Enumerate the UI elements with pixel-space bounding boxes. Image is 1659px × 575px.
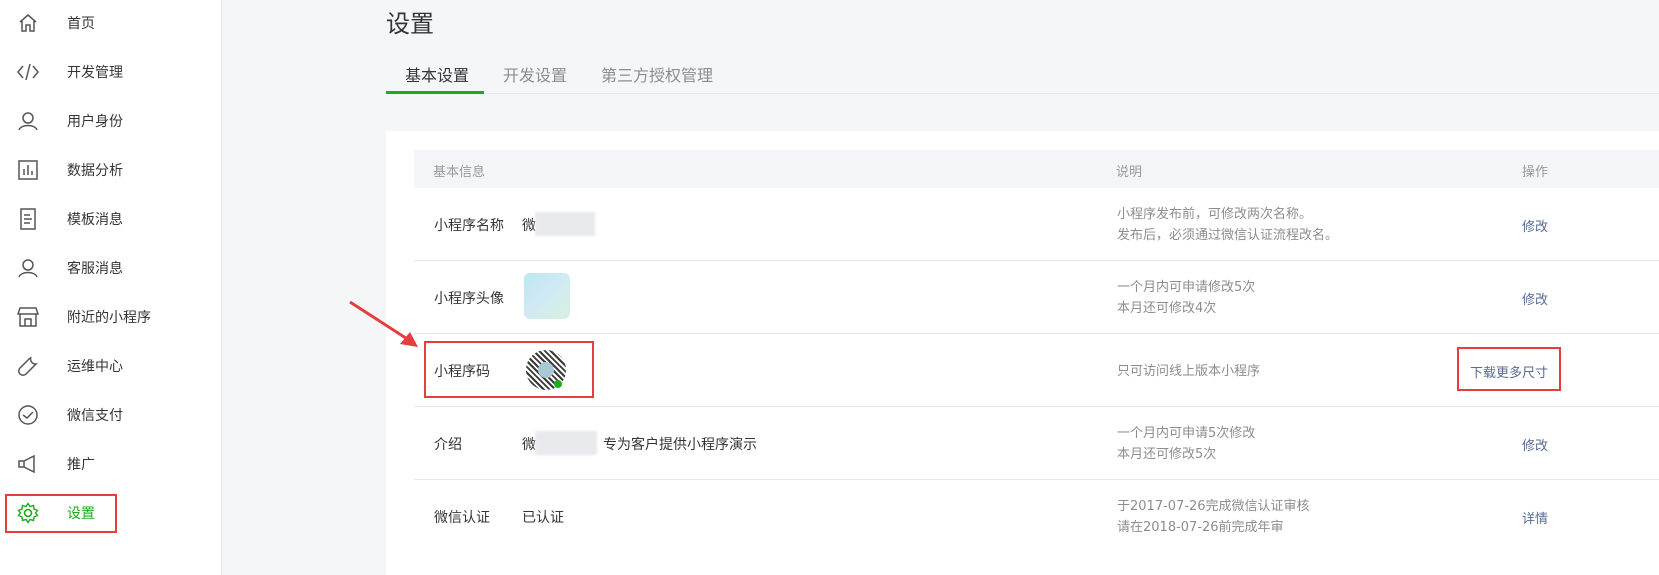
sidebar-item-analytics[interactable]: 数据分析 [0,150,222,190]
highlight-box-settings [5,494,117,533]
row-description-line-2: 发布后，必须通过微信认证流程改名。 [1117,228,1339,243]
table-header: 基本信息 说明 操作 [414,150,1659,188]
table-row: 小程序头像 一个月内可申请修改5次 本月还可修改4次 修改 [414,261,1659,334]
tab-third-party-auth[interactable]: 第三方授权管理 [601,62,713,86]
sidebar-item-label: 用户身份 [67,114,123,130]
row-description-line-1: 小程序发布前，可修改两次名称。 [1117,207,1313,222]
sidebar-item-label: 模板消息 [67,212,123,228]
sidebar-item-label: 微信支付 [67,408,123,424]
edit-name-link[interactable]: 修改 [1522,216,1548,235]
user-icon [16,109,40,133]
support-icon [16,256,40,280]
row-description-line-2: 请在2018-07-26前完成年审 [1117,520,1284,535]
redacted-text [535,212,595,236]
settings-card: 基本信息 说明 操作 小程序名称 微 小程序发布前，可修改两次名称。 发布后，必… [386,131,1659,575]
highlight-box-qr [424,341,594,398]
sidebar-item-label: 数据分析 [67,163,123,179]
row-description-line-2: 本月还可修改5次 [1117,447,1217,462]
sidebar-item-wechat-pay[interactable]: 微信支付 [0,395,222,435]
sidebar-item-template-messages[interactable]: 模板消息 [0,199,222,239]
header-description: 说明 [1116,165,1143,180]
edit-avatar-link[interactable]: 修改 [1522,289,1548,308]
document-icon [16,207,40,231]
code-icon [16,60,40,84]
sidebar-item-nearby[interactable]: 附近的小程序 [0,297,222,337]
row-label: 小程序名称 [434,218,504,234]
sidebar-item-label: 附近的小程序 [67,310,151,326]
sidebar-item-label: 客服消息 [67,261,123,277]
highlight-box-download [1457,347,1561,391]
megaphone-icon [16,452,40,476]
row-value-suffix: 专为客户提供小程序演示 [603,437,757,453]
sidebar-item-label: 首页 [67,16,95,32]
sidebar-item-promotion[interactable]: 推广 [0,444,222,484]
store-icon [16,305,40,329]
row-description-line-2: 本月还可修改4次 [1117,301,1217,316]
row-description-line-1: 于2017-07-26完成微信认证审核 [1117,499,1310,514]
redacted-text [535,431,597,455]
row-value: 微 [522,218,536,234]
row-label: 微信认证 [434,510,490,526]
chart-icon [16,158,40,182]
wrench-icon [16,354,40,378]
settings-tabs: 基本设置 开发设置 第三方授权管理 [386,52,1659,94]
table-row: 小程序码 只可访问线上版本小程序 下载更多尺寸 [414,334,1659,407]
row-value: 微 [522,437,536,453]
sidebar-item-dev[interactable]: 开发管理 [0,52,222,92]
verification-details-link[interactable]: 详情 [1522,508,1548,527]
header-operation: 操作 [1522,165,1549,180]
row-description-line-1: 一个月内可申请修改5次 [1117,280,1256,295]
app-window: 首页 开发管理 用户身份 数据分析 模板消息 客服消息 附近的小程序 运维中心 … [0,0,1659,575]
sidebar-item-ops[interactable]: 运维中心 [0,346,222,386]
row-label: 介绍 [434,437,462,453]
mini-program-avatar [524,273,570,319]
edit-intro-link[interactable]: 修改 [1522,435,1548,454]
sidebar-item-label: 运维中心 [67,359,123,375]
row-label: 小程序头像 [434,291,504,307]
row-description-line-1: 只可访问线上版本小程序 [1117,364,1261,379]
row-description-line-1: 一个月内可申请5次修改 [1117,426,1256,441]
payment-icon [16,403,40,427]
row-value: 已认证 [522,510,564,526]
active-tab-indicator [386,91,484,94]
home-icon [16,11,40,35]
table-row: 微信认证 已认证 于2017-07-26完成微信认证审核 请在2018-07-2… [414,480,1659,553]
annotation-arrow-icon [349,300,418,347]
page-title: 设置 [386,10,434,38]
header-basic-info: 基本信息 [433,165,486,180]
main-content: 设置 基本设置 开发设置 第三方授权管理 基本信息 说明 操作 小程序名称 微 … [222,0,1659,575]
sidebar-item-user-identity[interactable]: 用户身份 [0,101,222,141]
tab-basic-settings[interactable]: 基本设置 [405,62,469,86]
table-row: 小程序名称 微 小程序发布前，可修改两次名称。 发布后，必须通过微信认证流程改名… [414,188,1659,261]
tab-dev-settings[interactable]: 开发设置 [503,62,567,86]
sidebar-item-label: 开发管理 [67,65,123,81]
sidebar-item-home[interactable]: 首页 [0,3,222,43]
table-row: 介绍 微 专为客户提供小程序演示 一个月内可申请5次修改 本月还可修改5次 修改 [414,407,1659,480]
sidebar-item-customer-service[interactable]: 客服消息 [0,248,222,288]
sidebar-item-label: 推广 [67,457,95,473]
sidebar: 首页 开发管理 用户身份 数据分析 模板消息 客服消息 附近的小程序 运维中心 … [0,0,222,575]
